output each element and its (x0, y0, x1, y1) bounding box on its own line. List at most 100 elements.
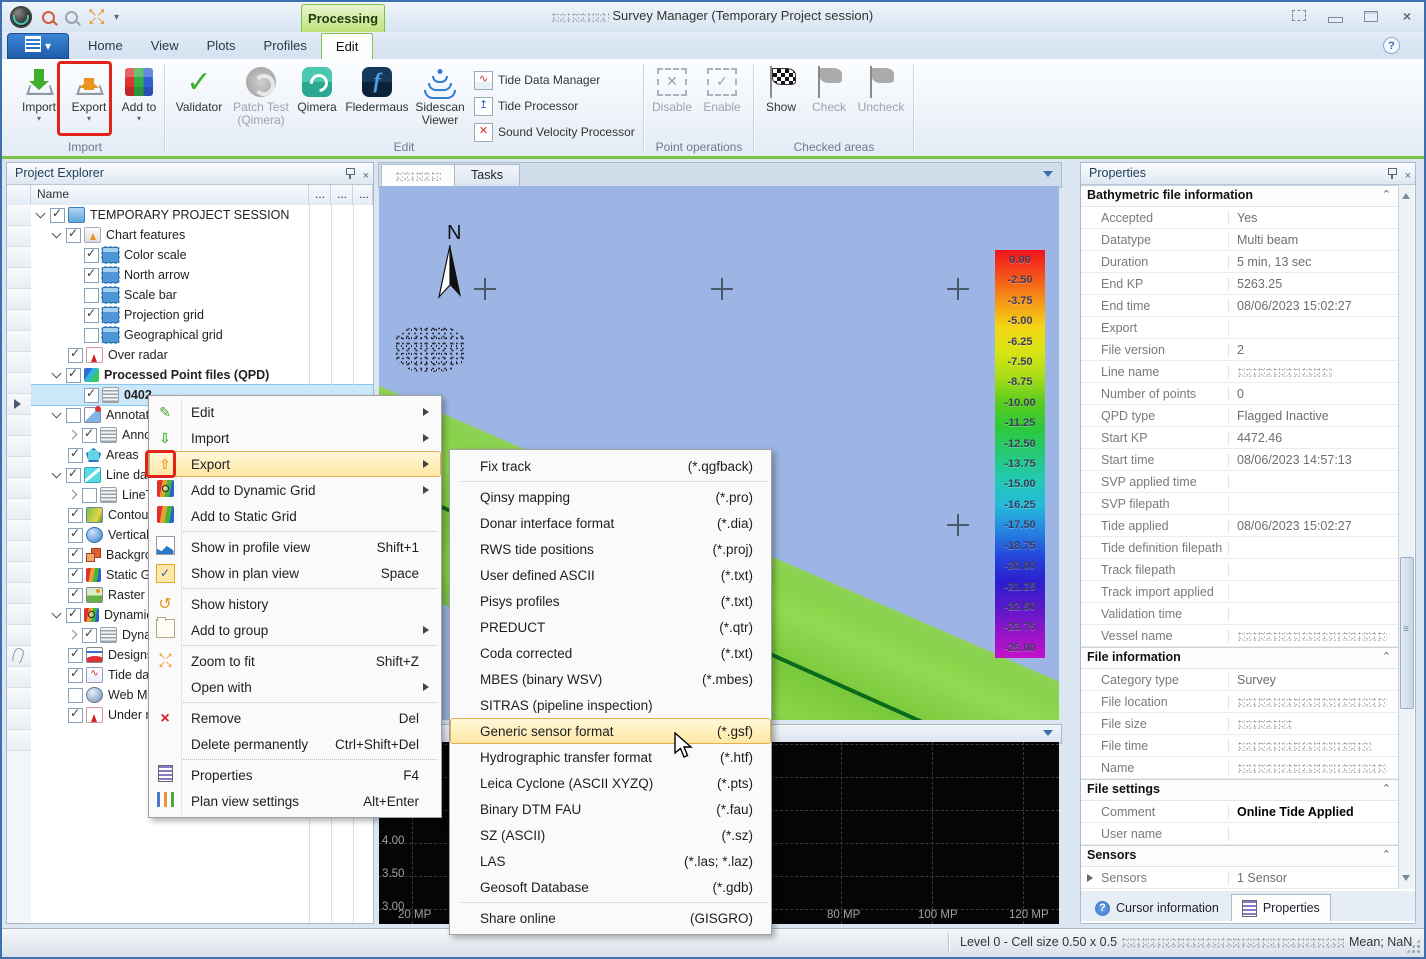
menu-item-plan-view-settings[interactable]: Plan view settingsAlt+Enter (149, 788, 441, 814)
menu-item-show-in-plan-view[interactable]: ✓Show in plan viewSpace (149, 560, 441, 586)
property-row-track-filepath[interactable]: Track filepath (1081, 559, 1399, 581)
property-row-qpd-type[interactable]: QPD typeFlagged Inactive (1081, 405, 1399, 427)
tree-row-header[interactable] (7, 520, 31, 541)
property-row-tide-applied[interactable]: Tide applied08/06/2023 15:02:27 (1081, 515, 1399, 537)
tree-row-header[interactable] (7, 415, 31, 436)
menu-item-show-in-profile-view[interactable]: Show in profile viewShift+1 (149, 534, 441, 560)
menu-item-user-defined-ascii[interactable]: User defined ASCII(*.txt) (450, 562, 771, 588)
menu-item-import[interactable]: ⇩Import (149, 425, 441, 451)
menu-item-fix-track[interactable]: Fix track(*.qgfback) (450, 453, 771, 479)
help-button[interactable]: ? (1383, 37, 1400, 54)
property-row-svp-applied-time[interactable]: SVP applied time (1081, 471, 1399, 493)
expander-icon[interactable] (51, 609, 63, 621)
tree-row-header[interactable] (7, 205, 31, 226)
menu-item-remove[interactable]: ×RemoveDel (149, 705, 441, 731)
expander-icon[interactable] (67, 629, 79, 641)
tree-row-header[interactable] (7, 730, 31, 751)
property-row-validation-time[interactable]: Validation time (1081, 603, 1399, 625)
tree-checkbox[interactable] (68, 708, 83, 723)
tree-row-header[interactable] (7, 457, 31, 478)
tab-view[interactable]: View (137, 33, 193, 59)
menu-item-donar-interface-format[interactable]: Donar interface format(*.dia) (450, 510, 771, 536)
tree-row-header[interactable] (7, 562, 31, 583)
menu-item-pisys-profiles[interactable]: Pisys profiles(*.txt) (450, 588, 771, 614)
tree-checkbox[interactable] (68, 348, 83, 363)
close-icon[interactable]: × (1405, 166, 1411, 187)
property-row-user-name[interactable]: User name (1081, 823, 1399, 845)
tree-item-chart-features[interactable]: Chart features (31, 225, 373, 245)
tree-row-header[interactable] (7, 688, 31, 709)
tree-checkbox[interactable] (68, 448, 83, 463)
app-logo-icon[interactable] (10, 6, 32, 28)
tree-item-color-scale[interactable]: Color scale (31, 245, 373, 265)
tree-row-header[interactable] (7, 394, 31, 415)
menu-item-generic-sensor-format[interactable]: Generic sensor format(*.gsf) (450, 718, 771, 744)
qat-customize-icon[interactable]: ▾ (114, 12, 119, 23)
tree-item-geographical-grid[interactable]: Geographical grid (31, 325, 373, 345)
tree-row-header[interactable] (7, 289, 31, 310)
tree-row-header[interactable] (7, 499, 31, 520)
collapse-icon[interactable]: ⌃ (1382, 186, 1391, 205)
contextual-tab-header[interactable]: Processing (301, 4, 385, 32)
tab-list-dropdown-icon[interactable] (1043, 171, 1053, 182)
tree-checkbox[interactable] (68, 688, 83, 703)
close-icon[interactable]: × (363, 166, 369, 187)
menu-item-share-online[interactable]: Share online(GISGRO) (450, 905, 771, 931)
tree-checkbox[interactable] (84, 288, 99, 303)
menu-item-properties[interactable]: PropertiesF4 (149, 762, 441, 788)
maximize-button[interactable] (1360, 8, 1382, 24)
tree-checkbox[interactable] (66, 228, 81, 243)
scroll-up-icon[interactable] (1402, 189, 1410, 199)
property-row-number-of-points[interactable]: Number of points0 (1081, 383, 1399, 405)
property-row-comment[interactable]: CommentOnline Tide Applied (1081, 801, 1399, 823)
menu-item-add-to-dynamic-grid[interactable]: Add to Dynamic Grid (149, 477, 441, 503)
expander-icon[interactable] (35, 209, 47, 221)
tree-row-header[interactable] (7, 646, 31, 667)
tree-checkbox[interactable] (84, 388, 99, 403)
section-header-file-settings[interactable]: File settings⌃ (1081, 779, 1399, 801)
column-header-3[interactable]: ... (353, 185, 373, 205)
property-row-track-import-applied[interactable]: Track import applied (1081, 581, 1399, 603)
menu-item-add-to-static-grid[interactable]: Add to Static Grid (149, 503, 441, 529)
tree-item-temporary-project-session[interactable]: TEMPORARY PROJECT SESSION (31, 205, 373, 225)
tree-checkbox[interactable] (84, 268, 99, 283)
tab-map-view[interactable] (381, 164, 455, 188)
section-header-file-information[interactable]: File information⌃ (1081, 647, 1399, 669)
tree-checkbox[interactable] (68, 588, 83, 603)
tab-cursor-information[interactable]: ? Cursor information (1085, 895, 1229, 921)
property-row-file-size[interactable]: File size (1081, 713, 1399, 735)
menu-item-zoom-to-fit[interactable]: ↖↗↙↘Zoom to fitShift+Z (149, 648, 441, 674)
property-row-accepted[interactable]: AcceptedYes (1081, 207, 1399, 229)
menu-item-sitras-pipeline-inspection[interactable]: SITRAS (pipeline inspection) (450, 692, 771, 718)
tide-data-manager-button[interactable]: ∿Tide Data Manager (474, 68, 644, 92)
property-row-file-time[interactable]: File time (1081, 735, 1399, 757)
tree-checkbox[interactable] (68, 568, 83, 583)
scroll-down-icon[interactable] (1402, 875, 1410, 885)
property-row-duration[interactable]: Duration5 min, 13 sec (1081, 251, 1399, 273)
menu-item-preduct[interactable]: PREDUCT(*.qtr) (450, 614, 771, 640)
tree-checkbox[interactable] (66, 468, 81, 483)
property-row-file-version[interactable]: File version2 (1081, 339, 1399, 361)
tree-row-header[interactable] (7, 478, 31, 499)
validator-button[interactable]: ✓ Validator (172, 63, 226, 114)
export-button[interactable]: Export▾ (62, 63, 116, 123)
menu-item-edit[interactable]: ✎Edit (149, 399, 441, 425)
menu-item-leica-cyclone-ascii-xyzq[interactable]: Leica Cyclone (ASCII XYZQ)(*.pts) (450, 770, 771, 796)
tab-edit[interactable]: Edit (321, 33, 373, 59)
section-header-bathymetric-file-information[interactable]: Bathymetric file information⌃ (1081, 185, 1399, 207)
fledermaus-button[interactable]: f Fledermaus (342, 63, 412, 114)
property-row-vessel-name[interactable]: Vessel name (1081, 625, 1399, 647)
menu-item-delete-permanently[interactable]: Delete permanentlyCtrl+Shift+Del (149, 731, 441, 757)
tab-properties[interactable]: Properties (1231, 894, 1331, 921)
property-row-datatype[interactable]: DatatypeMulti beam (1081, 229, 1399, 251)
menu-item-qinsy-mapping[interactable]: Qinsy mapping(*.pro) (450, 484, 771, 510)
tree-item-processed-point-files-qpd[interactable]: Processed Point files (QPD) (31, 365, 373, 385)
tree-item-projection-grid[interactable]: Projection grid (31, 305, 373, 325)
menu-item-coda-corrected[interactable]: Coda corrected(*.txt) (450, 640, 771, 666)
uncheck-button[interactable]: Uncheck (853, 63, 909, 114)
tab-plots[interactable]: Plots (193, 33, 250, 59)
tree-row-header[interactable] (7, 268, 31, 289)
tree-item-over-radar[interactable]: Over radar (31, 345, 373, 365)
tree-checkbox[interactable] (66, 368, 81, 383)
tree-checkbox[interactable] (50, 208, 65, 223)
